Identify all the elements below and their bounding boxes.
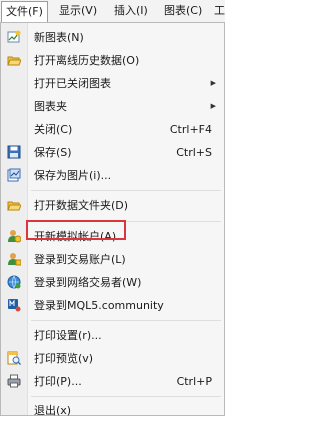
- menu-item-exit[interactable]: 退出(x): [1, 399, 226, 422]
- menu-separator: [31, 320, 221, 321]
- menubar-view[interactable]: 显示(V): [55, 0, 101, 21]
- menu-item-print[interactable]: 打印(P)... Ctrl+P: [1, 370, 226, 393]
- menu-item-label: 登录到交易账户(L): [34, 253, 126, 266]
- menu-item-open-offline[interactable]: 打开离线历史数据(O): [1, 49, 226, 72]
- menu-item-login-trade-account[interactable]: 登录到交易账户(L): [1, 248, 226, 271]
- menu-item-label: 打印设置(r)...: [34, 329, 102, 342]
- menubar-charts[interactable]: 图表(C): [160, 0, 206, 21]
- menu-bar: 文件(F) 显示(V) 插入(I) 图表(C) 工: [0, 0, 225, 23]
- file-menu: 新图表(N) 打开离线历史数据(O) 打开已关闭图表 ▶ 图表夹 ▶ 关闭(C)…: [0, 22, 226, 417]
- menu-separator: [31, 190, 221, 191]
- menu-item-open-data-folder[interactable]: 打开数据文件夹(D): [1, 194, 226, 217]
- menu-item-label: 退出(x): [34, 404, 72, 417]
- submenu-arrow-icon: ▶: [210, 102, 216, 110]
- menu-item-label: 打印预览(v): [34, 352, 94, 365]
- save-picture-icon: [7, 168, 21, 182]
- menu-item-close[interactable]: 关闭(C) Ctrl+F4: [1, 118, 226, 141]
- menu-item-label: 打印(P)...: [34, 375, 82, 388]
- menu-item-new-chart[interactable]: 新图表(N): [1, 26, 226, 49]
- menu-item-label: 打开离线历史数据(O): [34, 54, 140, 67]
- save-icon: [7, 145, 21, 159]
- trade-login-icon: [7, 252, 21, 266]
- data-folder-icon: [7, 198, 21, 212]
- menu-item-login-mql5[interactable]: 登录到MQL5.community: [1, 294, 226, 317]
- menu-item-shortcut: Ctrl+F4: [169, 123, 212, 136]
- menu-item-label: 关闭(C): [34, 123, 73, 136]
- menu-item-login-web-trader[interactable]: 登录到网络交易者(W): [1, 271, 226, 294]
- menu-item-label: 新图表(N): [34, 31, 84, 44]
- menu-item-print-preview[interactable]: 打印预览(v): [1, 347, 226, 370]
- menu-item-label: 保存(S): [34, 146, 72, 159]
- demo-account-icon: [7, 229, 21, 243]
- print-preview-icon: [7, 351, 21, 365]
- mql5-icon: [7, 298, 21, 312]
- menubar-file[interactable]: 文件(F): [1, 1, 48, 23]
- menu-item-label: 打开已关闭图表: [34, 77, 111, 90]
- menu-item-print-setup[interactable]: 打印设置(r)...: [1, 324, 226, 347]
- menubar-tools[interactable]: 工: [210, 0, 229, 21]
- menu-item-shortcut: Ctrl+P: [176, 375, 212, 388]
- menu-item-profiles[interactable]: 图表夹 ▶: [1, 95, 226, 118]
- menubar-insert[interactable]: 插入(I): [110, 0, 152, 21]
- menu-item-label: 登录到网络交易者(W): [34, 276, 142, 289]
- menu-item-label: 保存为图片(i)...: [34, 169, 112, 182]
- menu-item-label: 登录到MQL5.community: [34, 299, 164, 312]
- open-folder-icon: [7, 53, 21, 67]
- menu-item-label: 打开数据文件夹(D): [34, 199, 129, 212]
- new-chart-icon: [7, 30, 21, 44]
- printer-icon: [7, 374, 21, 388]
- menu-item-label: 图表夹: [34, 100, 67, 113]
- menu-separator: [31, 396, 221, 397]
- web-trader-icon: [7, 275, 21, 289]
- submenu-arrow-icon: ▶: [210, 79, 216, 87]
- menu-item-save[interactable]: 保存(S) Ctrl+S: [1, 141, 226, 164]
- menu-item-save-as-picture[interactable]: 保存为图片(i)...: [1, 164, 226, 187]
- menu-item-shortcut: Ctrl+S: [176, 146, 212, 159]
- menu-item-open-closed-charts[interactable]: 打开已关闭图表 ▶: [1, 72, 226, 95]
- highlight-box: [26, 220, 126, 240]
